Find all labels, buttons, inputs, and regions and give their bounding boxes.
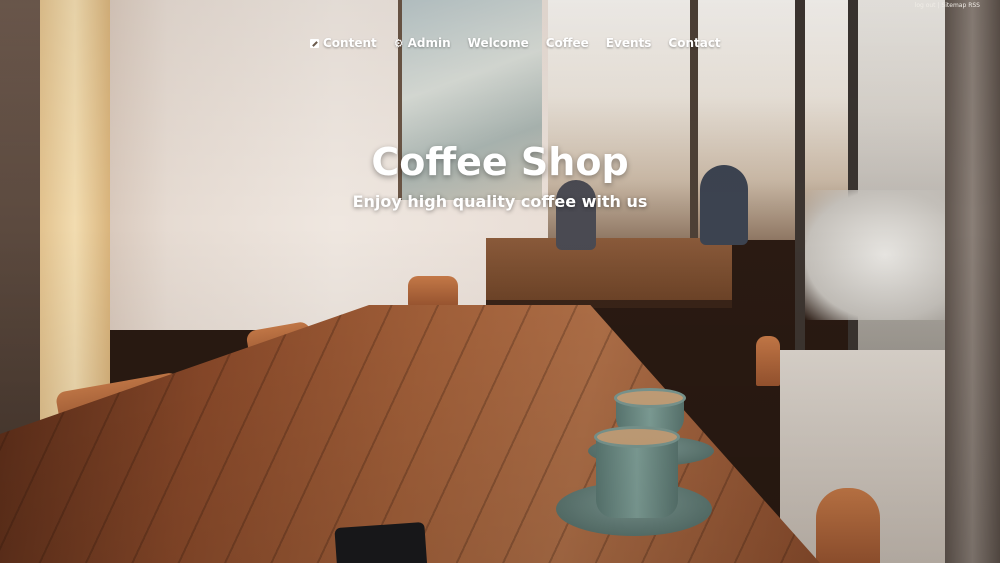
link-separator: | bbox=[937, 2, 940, 9]
nav-item-events[interactable]: Events bbox=[606, 36, 652, 50]
hero-background-photo bbox=[0, 0, 1000, 563]
nav-item-label: Admin bbox=[407, 36, 451, 50]
nav-item-coffee[interactable]: Coffee bbox=[546, 36, 589, 50]
nav-item-label: Contact bbox=[668, 36, 721, 50]
page-title: Coffee Shop bbox=[371, 140, 629, 184]
nav-item-content[interactable]: Content bbox=[310, 36, 377, 50]
photo-vignette bbox=[0, 0, 1000, 563]
nav-item-label: Content bbox=[323, 36, 377, 50]
nav-item-welcome[interactable]: Welcome bbox=[468, 36, 529, 50]
nav-item-label: Welcome bbox=[467, 36, 529, 50]
hero-section: Coffee Shop Enjoy high quality coffee wi… bbox=[0, 140, 1000, 211]
gear-icon: ⚙ bbox=[393, 36, 404, 50]
nav-item-contact[interactable]: Contact bbox=[668, 36, 720, 50]
nav-item-label: Events bbox=[605, 36, 652, 50]
sitemap-link[interactable]: Sitemap bbox=[941, 2, 966, 9]
top-utility-links: log out | Sitemap RSS bbox=[915, 2, 980, 9]
nav-item-label: Coffee bbox=[545, 36, 589, 50]
nav-item-admin[interactable]: ⚙ Admin bbox=[394, 36, 451, 50]
logout-link[interactable]: log out bbox=[915, 2, 936, 9]
rss-link[interactable]: RSS bbox=[968, 2, 980, 9]
main-navigation: Content ⚙ Admin Welcome Coffee Events Co… bbox=[310, 36, 721, 50]
edit-icon bbox=[310, 38, 319, 48]
page-subtitle: Enjoy high quality coffee with us bbox=[352, 192, 648, 211]
